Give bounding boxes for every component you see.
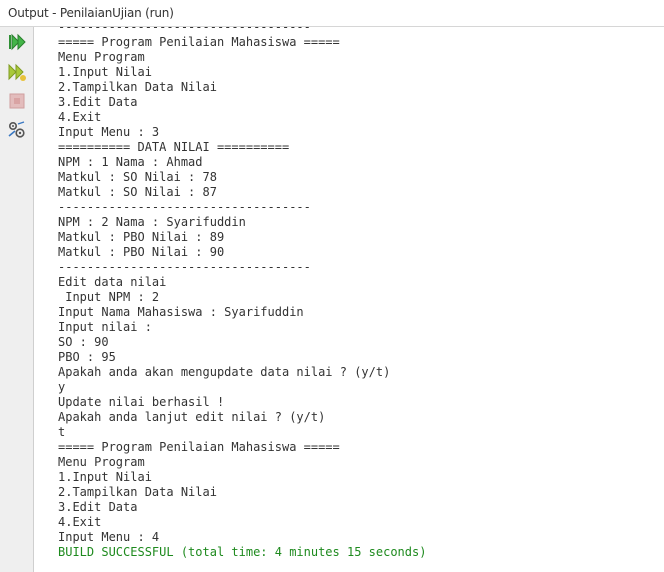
console-line: Input Menu : 4 [58,530,160,544]
console-line: PBO : 95 [58,350,116,364]
console-line: 3.Edit Data [58,500,138,514]
rerun-button[interactable] [7,32,27,52]
build-status-line: BUILD SUCCESSFUL (total time: 4 minutes … [58,545,427,559]
console-line: ----------------------------------- [58,20,311,34]
console-line: t [58,425,66,439]
console-line: y [58,380,66,394]
console-line: 4.Exit [58,515,102,529]
console-line: ----------------------------------- [58,200,311,214]
console-line: Matkul : SO Nilai : 78 [58,170,217,184]
console-line: NPM : 2 Nama : Syarifuddin [58,215,246,229]
stop-button[interactable] [7,91,27,111]
console-line: Menu Program [58,50,145,64]
console-line: Input NPM : 2 [58,290,160,304]
console-line: 1.Input Nilai [58,65,152,79]
console-line: SO : 90 [58,335,109,349]
rerun-with-parameters-button[interactable] [7,62,27,82]
console-line: 1.Input Nilai [58,470,152,484]
window-title: Output - PenilaianUjian (run) [8,6,174,20]
console-line: Apakah anda akan mengupdate data nilai ?… [58,365,391,379]
console-line: 4.Exit [58,110,102,124]
console-lines: ----------------------------------- =====… [58,20,426,560]
console-line: ===== Program Penilaian Mahasiswa ===== [58,440,340,454]
console-line: Update nilai berhasil ! [58,395,225,409]
console-line: NPM : 1 Nama : Ahmad [58,155,203,169]
console-line: Input Menu : 3 [58,125,160,139]
console-line: 2.Tampilkan Data Nilai [58,485,217,499]
console-line: ========== DATA NILAI ========== [58,140,290,154]
console-line: Input Nama Mahasiswa : Syarifuddin [58,305,304,319]
console-line: Apakah anda lanjut edit nilai ? (y/t) [58,410,326,424]
console-line: 2.Tampilkan Data Nilai [58,80,217,94]
rerun-with-params-icon [8,63,26,81]
console-line: Edit data nilai [58,275,167,289]
console-output-area[interactable]: ----------------------------------- =====… [35,20,664,572]
console-line: Menu Program [58,455,145,469]
console-line: Matkul : PBO Nilai : 89 [58,230,225,244]
settings-button[interactable] [7,120,27,140]
output-toolbar [0,27,34,572]
stop-icon [9,93,25,109]
console-line: ===== Program Penilaian Mahasiswa ===== [58,35,340,49]
console-line: Matkul : PBO Nilai : 90 [58,245,225,259]
console-line: Matkul : SO Nilai : 87 [58,185,217,199]
console-line: 3.Edit Data [58,95,138,109]
rerun-icon [9,33,26,51]
settings-icon [8,121,25,138]
console-line: ----------------------------------- [58,260,311,274]
console-line: Input nilai : [58,320,152,334]
